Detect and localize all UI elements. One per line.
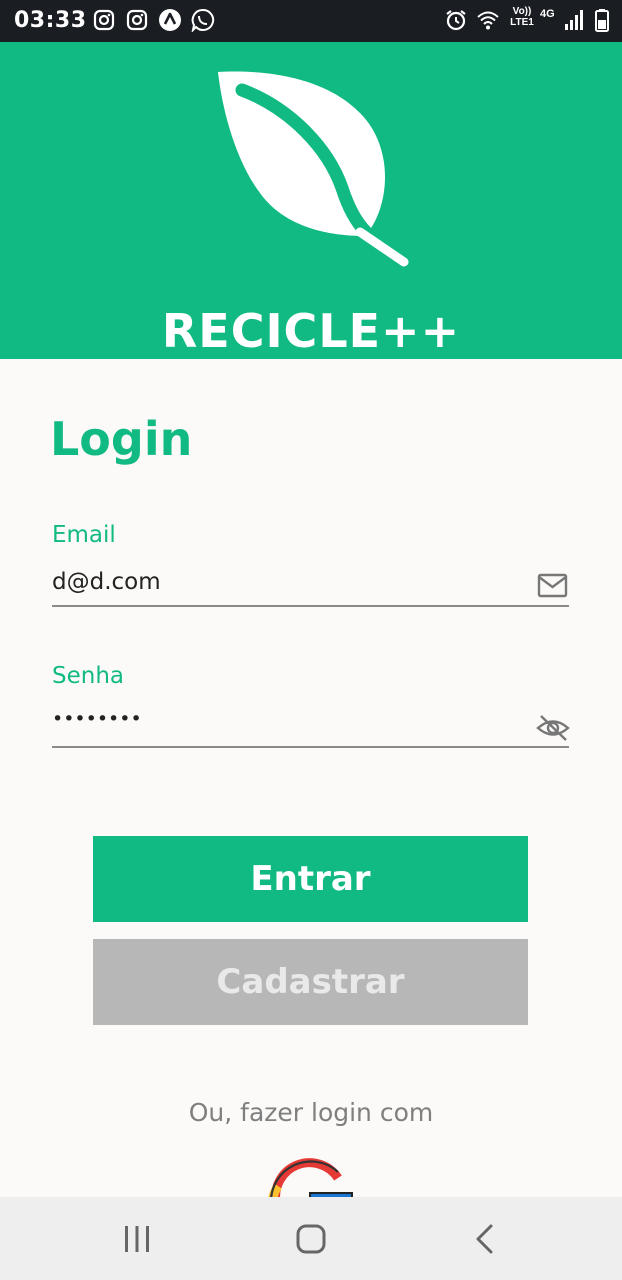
email-label: Email bbox=[52, 522, 116, 548]
instagram-icon bbox=[125, 8, 149, 32]
volte-label: Vo)) LTE1 bbox=[510, 6, 534, 28]
status-time: 03:33 bbox=[14, 8, 87, 33]
alt-login-text: Ou, fazer login com bbox=[188, 1098, 434, 1127]
google-icon bbox=[268, 1158, 353, 1198]
password-label: Senha bbox=[52, 663, 124, 689]
mail-icon bbox=[537, 573, 568, 598]
password-value: •••••••• bbox=[52, 708, 142, 730]
wifi-icon bbox=[476, 8, 500, 32]
signal-icon bbox=[562, 8, 586, 32]
eye-off-icon[interactable] bbox=[536, 713, 570, 743]
network-label: 4G bbox=[540, 8, 555, 20]
leaf-logo-icon bbox=[218, 71, 409, 267]
page-title: Login bbox=[50, 412, 193, 466]
status-bar: 03:33 Vo)) LTE1 4G bbox=[0, 0, 622, 42]
google-login-button[interactable] bbox=[266, 1158, 356, 1198]
battery-icon bbox=[590, 8, 614, 32]
recent-apps-icon[interactable] bbox=[117, 1219, 157, 1259]
instagram-icon bbox=[92, 8, 116, 32]
back-icon[interactable] bbox=[466, 1219, 506, 1259]
navigation-bar bbox=[0, 1197, 622, 1280]
email-value: d@d.com bbox=[52, 569, 161, 595]
brand-title: RECICLE++ bbox=[161, 304, 461, 358]
enter-button[interactable]: Entrar bbox=[93, 836, 528, 922]
arrow-app-icon bbox=[158, 8, 182, 32]
home-icon[interactable] bbox=[291, 1219, 331, 1259]
alarm-icon bbox=[444, 8, 468, 32]
whatsapp-icon bbox=[191, 8, 215, 34]
register-button[interactable]: Cadastrar bbox=[93, 939, 528, 1025]
app-header: RECICLE++ bbox=[0, 42, 622, 359]
